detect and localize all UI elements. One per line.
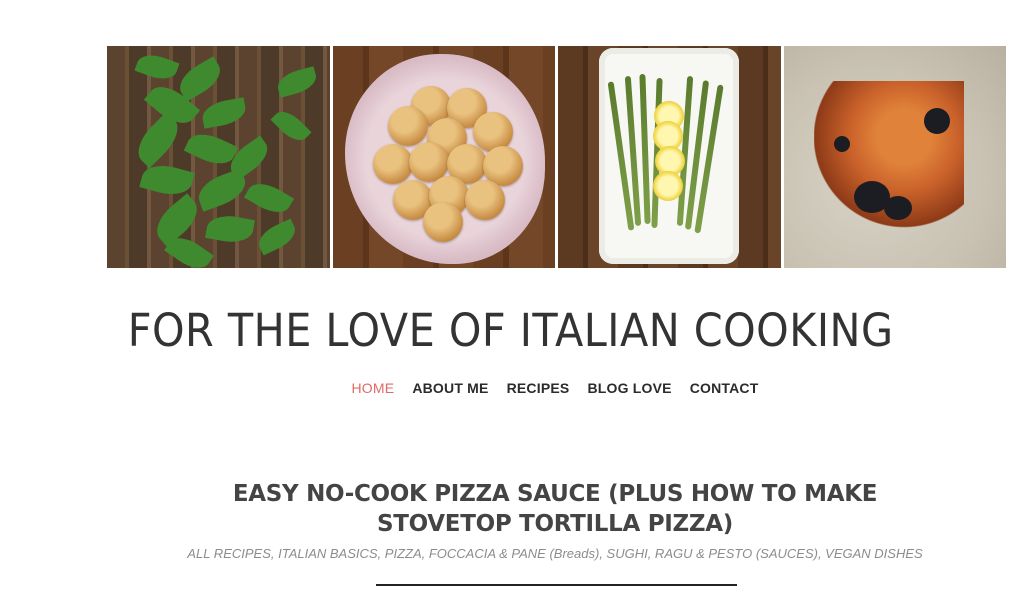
asparagus-image [558,46,781,268]
header-banner [107,46,1006,268]
nav-item-recipes[interactable]: RECIPES [507,380,570,396]
bread-rolls-image [332,46,555,268]
pastry-image [783,46,1006,268]
nav-item-blog-love[interactable]: BLOG LOVE [587,380,671,396]
site-title[interactable]: FOR THE LOVE OF ITALIAN COOKING [0,304,1021,357]
divider [376,584,737,586]
nav-item-about-me[interactable]: ABOUT ME [412,380,488,396]
main-nav: HOME ABOUT ME RECIPES BLOG LOVE CONTACT [0,380,1023,396]
basil-image [107,46,330,268]
post-categories[interactable]: ALL RECIPES, ITALIAN BASICS, PIZZA, FOCC… [150,546,960,561]
nav-item-contact[interactable]: CONTACT [690,380,759,396]
nav-item-home[interactable]: HOME [352,380,395,396]
post-title[interactable]: EASY NO-COOK PIZZA SAUCE (PLUS HOW TO MA… [190,479,920,539]
